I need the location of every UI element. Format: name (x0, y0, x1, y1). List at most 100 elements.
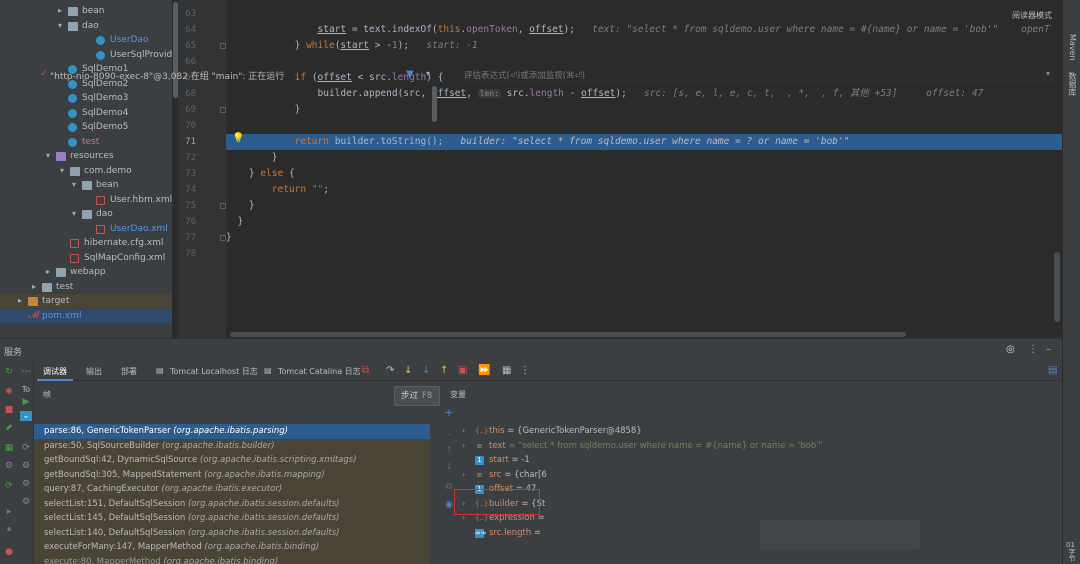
layout-icon[interactable]: ▤ (1048, 365, 1057, 376)
stack-frame[interactable]: executeForMany:147, MapperMethod (org.ap… (34, 540, 430, 555)
bug-icon[interactable]: ✱ (3, 387, 15, 397)
editor-gutter[interactable]: 63 64 65 66 67 68 69 70 71 72 73 74 75 76 77 78 (178, 0, 226, 338)
chevron-right-icon[interactable]: ▸ (44, 265, 52, 279)
variable-row[interactable]: 1 offset = 47 (462, 482, 1052, 497)
eye-icon[interactable]: ◉ (444, 500, 454, 510)
tree-item[interactable]: ▾ dao (0, 207, 172, 221)
tree-item[interactable]: ▸ bean (0, 4, 172, 18)
stack-frame[interactable]: getBoundSql:42, DynamicSqlSource (org.ap… (34, 453, 430, 468)
tab-tomcat-localhost-log[interactable]: Tomcat Localhost 日志 (170, 366, 258, 377)
pause-icon[interactable]: ⏸ (3, 525, 15, 535)
database-tool-tab[interactable]: 数据库 (1065, 72, 1079, 96)
code-line[interactable]: } (226, 150, 1062, 166)
code-line[interactable]: return builder.toString(); builder: "sel… (226, 134, 1062, 150)
play-icon[interactable]: ▸ (3, 507, 15, 517)
chevron-right-icon[interactable]: ▸ (56, 4, 64, 18)
stack-frame[interactable]: selectList:145, DefaultSqlSession (org.a… (34, 511, 430, 526)
grid-icon[interactable]: ▦ (3, 443, 15, 453)
line-number[interactable]: 77 (178, 233, 196, 243)
frames-scrollbar[interactable] (432, 86, 437, 122)
stack-frame[interactable]: parse:86, GenericTokenParser (org.apache… (34, 424, 430, 439)
reader-mode-toggle[interactable]: 阅读器模式 (1012, 10, 1052, 21)
show-execution-point-icon[interactable]: ↷ (386, 365, 394, 376)
tree-item[interactable]: ▾ dao (0, 19, 172, 33)
gear2-icon[interactable]: ⚙ (20, 479, 32, 489)
tree-item[interactable]: UserDao.xml (0, 222, 172, 236)
evaluate-expression-icon[interactable]: ▦ (502, 365, 511, 376)
line-number[interactable]: 73 (178, 169, 196, 179)
variable-row[interactable]: › {..} this = {GenericTokenParser@4858} (462, 424, 1052, 439)
chevron-right-icon[interactable]: › (462, 468, 465, 483)
code-line[interactable]: start = text.indexOf(this.openToken, off… (226, 22, 1062, 38)
editor-horizontal-scrollbar[interactable] (230, 332, 906, 337)
evaluate-expression-input[interactable]: 评估表达式(⏎)或添加监视(⌘⏎) ▾ (458, 66, 1062, 82)
resume-icon[interactable]: ▶ (20, 397, 32, 407)
chevron-right-icon[interactable]: › (462, 439, 465, 454)
editor-vertical-scrollbar[interactable] (1054, 252, 1060, 322)
tab-deploy[interactable]: 部署 (121, 366, 137, 377)
stack-frame[interactable]: getBoundSql:305, MappedStatement (org.ap… (34, 467, 430, 482)
variable-row[interactable]: › {..} expression = (462, 511, 1052, 526)
tree-item[interactable]: 𝓜pom.xml (0, 308, 172, 323)
move-down-icon[interactable]: ↓ (444, 462, 454, 472)
chevron-down-icon[interactable]: ▾ (56, 19, 64, 33)
line-number[interactable]: 70 (178, 121, 196, 131)
tree-item[interactable]: test (0, 135, 172, 149)
tree-item[interactable]: UserDao (0, 33, 172, 47)
line-number[interactable]: 72 (178, 153, 196, 163)
code-line[interactable]: } (226, 102, 1062, 118)
tree-item[interactable]: hibernate.cfg.xml (0, 236, 172, 250)
code-line[interactable]: } while(start > -1); start: -1 (226, 38, 1062, 54)
code-line[interactable] (226, 6, 1062, 22)
code-line[interactable] (226, 118, 1062, 134)
tab-debugger[interactable]: 调试器 (43, 366, 67, 377)
ellipsis-icon[interactable]: ⋯ (20, 367, 32, 377)
filter-icon[interactable]: ▼ (406, 69, 414, 80)
gear-icon[interactable]: ⚙ (20, 461, 32, 471)
chevron-down-icon[interactable]: ▾ (70, 178, 78, 192)
variable-row[interactable]: › {..} builder = {St (462, 497, 1052, 512)
more-options-icon[interactable]: ⋮ (1028, 344, 1038, 355)
move-up-icon[interactable]: ↑ (444, 446, 454, 456)
reload-icon[interactable]: ⟳ (20, 443, 32, 453)
code-line[interactable]: } (226, 230, 1062, 246)
code-line[interactable] (226, 246, 1062, 262)
tree-item[interactable]: SqlMapConfig.xml (0, 251, 172, 265)
line-number[interactable]: 68 (178, 89, 196, 99)
step-into-icon[interactable]: ↓ (422, 365, 430, 376)
tree-item[interactable]: SqlDemo5 (0, 120, 172, 134)
tree-item[interactable]: SqlDemo3 (0, 91, 172, 105)
step-over-icon[interactable]: ↓ (404, 365, 412, 376)
thread-selector[interactable]: ✓ "http-nio-8090-exec-8"@3,082 在组 "main"… (34, 66, 440, 84)
refresh-icon[interactable]: ⟳ (3, 481, 15, 491)
line-number[interactable]: 64 (178, 25, 196, 35)
copy-icon[interactable]: ⧉ (444, 482, 454, 492)
tree-item[interactable]: ▸ test (0, 280, 172, 294)
restore-layout-icon[interactable]: ⧉ (362, 365, 369, 376)
stop-icon[interactable]: ■ (3, 405, 15, 415)
settings-icon[interactable]: ⚙ (3, 461, 15, 471)
tree-item[interactable]: ▸ webapp (0, 265, 172, 279)
line-number[interactable]: 65 (178, 41, 196, 51)
line-number[interactable]: 76 (178, 217, 196, 227)
variable-row[interactable]: ∞∞ src.length = (462, 526, 1052, 541)
stack-frame[interactable]: query:87, CachingExecutor (org.apache.ib… (34, 482, 430, 497)
tree-item[interactable]: UserSqlProvide (0, 48, 172, 62)
step-out-icon[interactable]: ↑ (440, 365, 448, 376)
breakpoint-icon[interactable]: ● (3, 547, 15, 557)
code-line[interactable]: } else { (226, 166, 1062, 182)
code-line[interactable]: return ""; (226, 182, 1062, 198)
stack-frame[interactable]: execute:80, MapperMethod (org.apache.iba… (34, 554, 430, 564)
chevron-right-icon[interactable]: ▸ (16, 294, 24, 308)
variable-row[interactable]: 1 start = -1 (462, 453, 1052, 468)
tree-item[interactable]: ▾ resources (0, 149, 172, 163)
tree-item[interactable]: ▾ com.demo (0, 164, 172, 178)
stack-frame[interactable]: selectList:140, DefaultSqlSession (org.a… (34, 525, 430, 540)
gear3-icon[interactable]: ⚙ (20, 497, 32, 507)
drop-frame-icon[interactable]: ▣ (458, 365, 467, 376)
rerun-icon[interactable]: ↻ (3, 367, 15, 377)
variable-row[interactable]: › ≡ src = {char[6 (462, 468, 1052, 483)
remove-watch-icon[interactable]: – (444, 430, 454, 440)
line-number[interactable]: 69 (178, 105, 196, 115)
tree-item[interactable]: User.hbm.xml (0, 193, 172, 207)
